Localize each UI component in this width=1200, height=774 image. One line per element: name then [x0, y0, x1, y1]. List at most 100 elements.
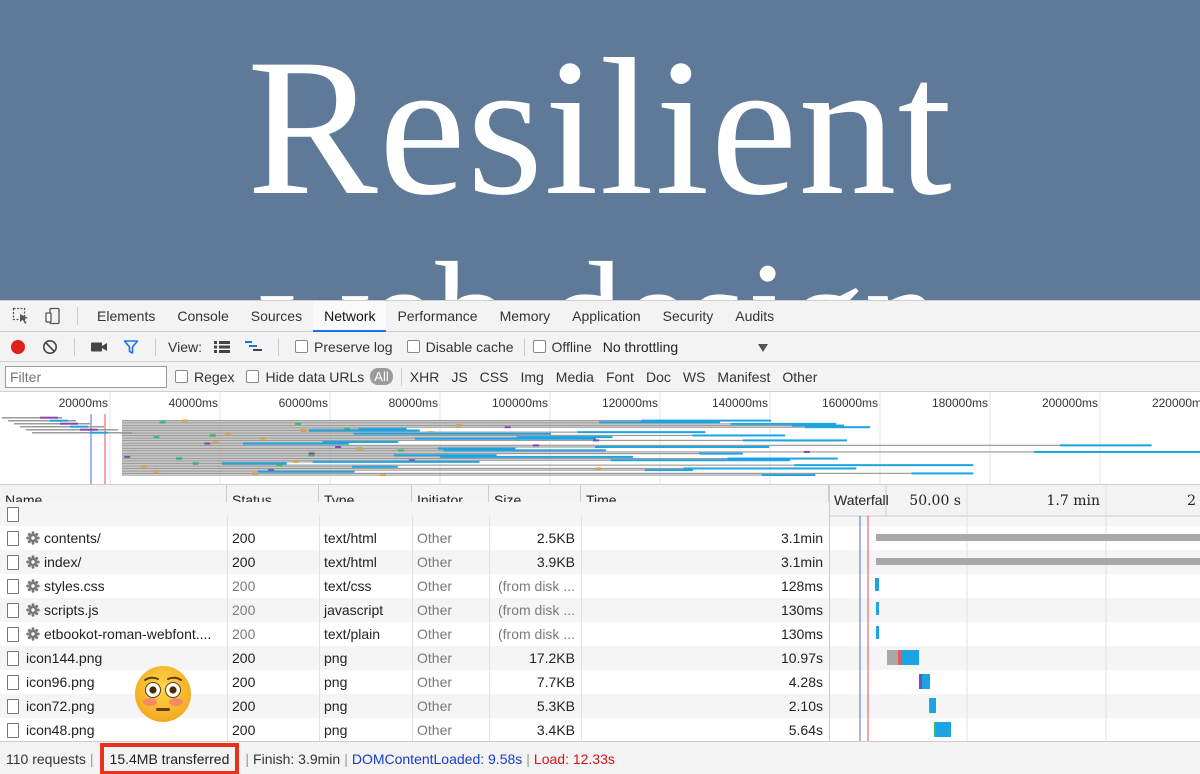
request-type: text/html: [324, 554, 377, 570]
overview-bar: [90, 431, 108, 434]
overview-bar: [122, 457, 728, 460]
hide-data-urls-checkbox[interactable]: Hide data URLs: [238, 369, 364, 385]
overview-bar: [122, 420, 642, 422]
overview-bar: [122, 444, 1060, 446]
file-icon: [7, 651, 19, 666]
request-type: png: [324, 698, 348, 714]
checkbox-box[interactable]: [532, 340, 546, 353]
throttling-select[interactable]: No throttling: [603, 339, 768, 355]
hero-subtitle: web design: [0, 230, 1200, 300]
waterfall-tick-label: 50.00 s: [909, 493, 961, 509]
type-filter-js[interactable]: JS: [445, 369, 473, 385]
inspect-element-icon[interactable]: [8, 303, 34, 329]
type-filter-ws[interactable]: WS: [677, 369, 712, 385]
overview-bar: [122, 459, 611, 461]
preserve-log-checkbox[interactable]: Preserve log: [287, 339, 393, 355]
finish-time: Finish: 3.9min: [253, 750, 341, 767]
type-filter-all[interactable]: All: [370, 368, 393, 385]
request-time: 4.28s: [788, 674, 823, 690]
overview-view-icon[interactable]: [241, 334, 267, 360]
device-toolbar-icon[interactable]: [40, 303, 66, 329]
overview-bar: [351, 465, 398, 468]
overview-bar: [1059, 444, 1152, 447]
list-view-icon[interactable]: [209, 334, 235, 360]
filter-icon[interactable]: [118, 334, 144, 360]
overview-bar-marker: [159, 421, 166, 424]
tab-sources[interactable]: Sources: [240, 301, 313, 332]
checkbox-box[interactable]: [246, 370, 260, 383]
overview-bar: [122, 436, 517, 438]
waterfall-bar: [930, 698, 936, 713]
waterfall-bar: [898, 650, 901, 665]
disable-cache-checkbox[interactable]: Disable cache: [399, 339, 514, 355]
tab-elements[interactable]: Elements: [86, 301, 166, 332]
overview-bar: [122, 454, 394, 456]
waterfall-bar: [876, 534, 1200, 541]
request-status: 200: [232, 530, 256, 546]
tab-network[interactable]: Network: [313, 300, 387, 332]
tab-audits[interactable]: Audits: [724, 301, 785, 332]
request-time: 10.97s: [780, 650, 823, 666]
column-divider: [581, 516, 582, 741]
checkbox-box[interactable]: [294, 340, 308, 353]
overview-tick-label: 180000ms: [932, 396, 988, 410]
checkbox-box[interactable]: [175, 370, 188, 383]
overview-bar: [742, 439, 847, 442]
overview-bar-marker: [593, 439, 600, 442]
waterfall-chart: Waterfall 50.00 s 1.7 min 2: [830, 485, 1200, 741]
dropdown-arrow-icon: [757, 339, 768, 355]
tab-console[interactable]: Console: [166, 301, 239, 332]
overview-bar: [122, 469, 645, 471]
overview-bar: [683, 467, 857, 470]
tab-application[interactable]: Application: [561, 301, 652, 332]
type-filter-css[interactable]: CSS: [474, 369, 515, 385]
overview-bar-marker: [153, 470, 160, 473]
type-filter-manifest[interactable]: Manifest: [711, 369, 776, 385]
waterfall-bar: [936, 722, 951, 737]
type-filter-xhr[interactable]: XHR: [404, 369, 446, 385]
overview-bar: [804, 426, 871, 429]
toolbar-separator: [277, 337, 279, 356]
request-status: 200: [232, 578, 256, 594]
request-status: 200: [232, 602, 256, 618]
tab-security[interactable]: Security: [652, 301, 725, 332]
overview-bar: [122, 464, 795, 466]
request-name: contents/: [44, 530, 101, 546]
overview-tick-label: 120000ms: [602, 396, 658, 410]
request-name: index/: [44, 554, 82, 570]
overview-bar-marker: [276, 464, 283, 467]
overview-bar-marker: [356, 447, 363, 450]
overview-bar: [610, 459, 791, 462]
tab-performance[interactable]: Performance: [386, 301, 488, 332]
type-filter-img[interactable]: Img: [514, 369, 549, 385]
type-filter-other[interactable]: Other: [776, 369, 823, 385]
filter-input[interactable]: [5, 365, 167, 388]
request-name: styles.css: [44, 578, 105, 594]
clear-icon[interactable]: [37, 334, 63, 360]
waterfall-bar: [876, 602, 879, 615]
type-filter-media[interactable]: Media: [550, 369, 600, 385]
overview-bar-marker: [335, 446, 342, 448]
request-name: icon72.png: [26, 698, 95, 714]
transferred-size: 15.4MB transferred: [99, 742, 240, 774]
request-time: 2.10s: [788, 698, 823, 714]
devtools-tabbar: Elements Console Sources Network Perform…: [0, 300, 1200, 332]
request-type: text/plain: [324, 626, 381, 642]
network-overview[interactable]: 20000ms 40000ms 60000ms 80000ms 100000ms 1200…: [0, 392, 1200, 485]
gear-icon: [26, 603, 40, 617]
video-camera-icon[interactable]: [86, 334, 112, 360]
record-icon[interactable]: [5, 334, 31, 360]
flushed-face-icon: [133, 664, 193, 724]
toolbar-separator: [74, 337, 75, 356]
regex-checkbox[interactable]: Regex: [167, 369, 234, 385]
offline-checkbox[interactable]: Offline: [532, 339, 592, 355]
type-filter-font[interactable]: Font: [600, 369, 640, 385]
overview-tick-label: 100000ms: [492, 396, 548, 410]
overview-tick-label: 200000ms: [1042, 396, 1098, 410]
overview-bar: [122, 448, 438, 450]
waterfall-column: Waterfall 50.00 s 1.7 min 2: [829, 485, 1200, 741]
type-filter-doc[interactable]: Doc: [640, 369, 677, 385]
tab-memory[interactable]: Memory: [489, 301, 562, 332]
request-type: png: [324, 722, 348, 738]
checkbox-box[interactable]: [406, 340, 420, 353]
